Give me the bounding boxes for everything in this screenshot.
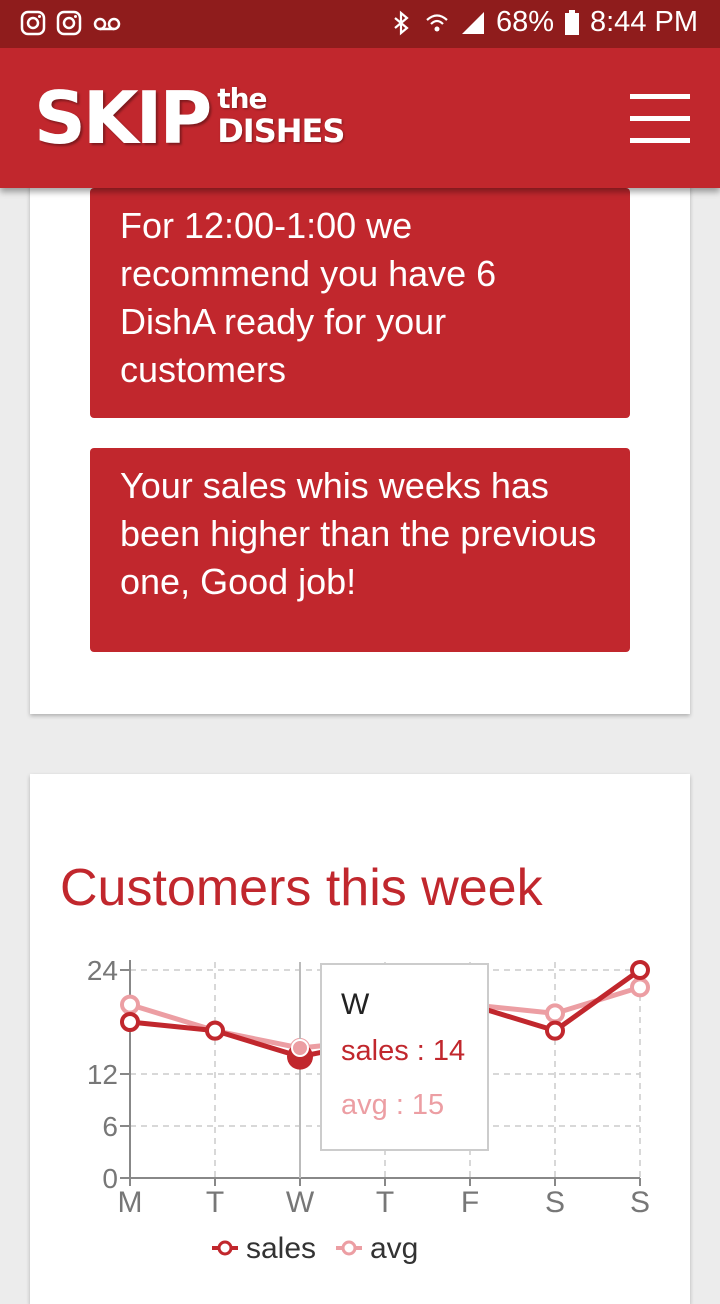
tips-card: For 12:00-1:00 we recommend you have 6 D… (30, 150, 690, 714)
legend-label-avg: avg (370, 1232, 418, 1265)
logo-skip-text: SKIP (34, 76, 212, 160)
status-bar: 68% 8:44 PM (0, 0, 720, 48)
menu-bar (630, 138, 690, 143)
x-tick-label: M (118, 1186, 143, 1219)
signal-icon (461, 11, 484, 34)
x-tick-label: T (376, 1186, 394, 1219)
data-point-avg (545, 1003, 565, 1024)
data-point-sales (205, 1020, 225, 1041)
data-point-sales (545, 1020, 565, 1041)
status-left-icons (20, 10, 122, 36)
logo-sub: the DISHES (217, 78, 345, 150)
x-tick-label: S (545, 1186, 565, 1219)
logo-dishes-text: DISHES (217, 112, 345, 150)
status-right-icons: 68% 8:44 PM (388, 6, 698, 39)
data-point-sales (630, 960, 650, 980)
data-point-avg (630, 977, 650, 998)
menu-bar (630, 94, 690, 99)
bluetooth-icon (394, 10, 409, 35)
data-point-sales (120, 1012, 140, 1032)
y-tick-label: 6 (102, 1111, 118, 1142)
instagram-icon (20, 10, 46, 36)
x-tick-label: T (206, 1186, 224, 1219)
logo[interactable]: SKIP the DISHES (34, 76, 345, 160)
x-tick-label: F (461, 1186, 479, 1219)
x-tick-label: W (286, 1186, 315, 1219)
tip-recommendation: For 12:00-1:00 we recommend you have 6 D… (90, 188, 630, 418)
logo-the-text: the (217, 82, 267, 115)
y-tick-label: 24 (87, 955, 118, 986)
hamburger-menu-icon[interactable] (630, 94, 690, 144)
legend-marker-avg (341, 1240, 357, 1256)
y-tick-label: 0 (102, 1163, 118, 1194)
wifi-icon (426, 13, 448, 31)
data-point-avg (120, 994, 140, 1015)
instagram-icon (56, 10, 82, 36)
tooltip-sales: sales : 14 (341, 1035, 465, 1067)
voicemail-icon (93, 17, 121, 31)
customers-chart-card: Customers this week 0 6 12 24 M T W T F S S Wsales … (30, 774, 690, 1304)
battery-icon (565, 9, 579, 35)
legend-label-sales: sales (246, 1232, 316, 1265)
customers-line-chart[interactable]: 0 6 12 24 M T W T F S S Wsales : 14 avg : 15 sales avg (30, 774, 690, 1280)
tooltip-category: W (341, 988, 370, 1021)
menu-bar (630, 116, 690, 121)
y-tick-label: 12 (87, 1059, 118, 1090)
clock: 8:44 PM (590, 6, 698, 38)
legend-marker-sales (217, 1240, 233, 1256)
tip-sales-feedback: Your sales whis weeks has been higher th… (90, 448, 630, 652)
tooltip-avg: avg : 15 (341, 1089, 444, 1121)
x-tick-label: S (630, 1186, 650, 1219)
data-point-highlight-avg (291, 1039, 309, 1057)
app-header: SKIP the DISHES (0, 48, 720, 188)
battery-percent: 68% (495, 6, 554, 38)
